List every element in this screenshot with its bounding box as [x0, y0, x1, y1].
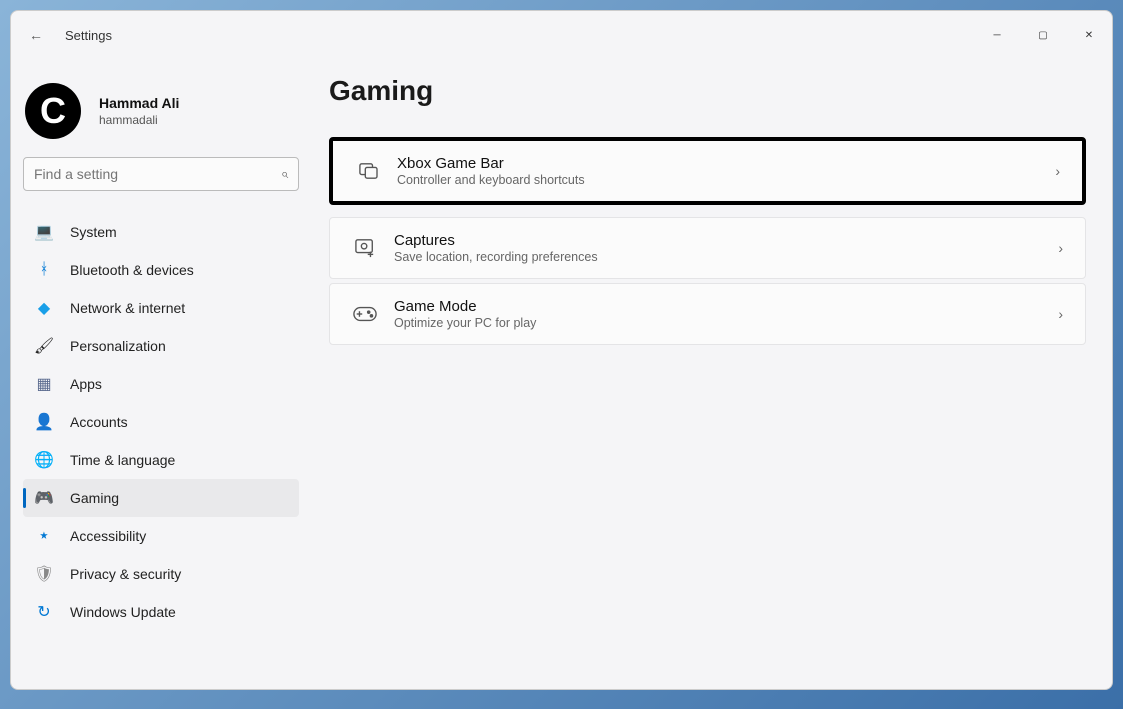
sidebar-item-accessibility-label: Accessibility — [70, 528, 146, 544]
search-icon: ⌕ — [281, 166, 288, 182]
card-game-mode[interactable]: Game ModeOptimize your PC for play› — [329, 283, 1086, 345]
card-xbox-game-bar-icon — [355, 162, 381, 180]
card-xbox-game-bar[interactable]: Xbox Game BarController and keyboard sho… — [329, 137, 1086, 205]
sidebar-item-privacy[interactable]: 🛡 Privacy & security — [23, 555, 299, 593]
sidebar-item-bluetooth[interactable]: ᚼ Bluetooth & devices — [23, 251, 299, 289]
sidebar-item-update[interactable]: ↻ Windows Update — [23, 593, 299, 631]
close-button[interactable]: ✕ — [1066, 19, 1112, 51]
card-game-mode-text: Game ModeOptimize your PC for play — [394, 298, 1048, 330]
chevron-right-icon: › — [1048, 240, 1063, 256]
sidebar-item-time[interactable]: 🌐 Time & language — [23, 441, 299, 479]
page-title: Gaming — [329, 75, 1086, 107]
card-xbox-game-bar-title: Xbox Game Bar — [397, 155, 1045, 172]
sidebar-item-apps-label: Apps — [70, 376, 102, 392]
sidebar-item-apps[interactable]: ▦ Apps — [23, 365, 299, 403]
profile-block[interactable]: C Hammad Ali hammadali — [23, 79, 299, 157]
window-title: Settings — [65, 28, 112, 43]
search-box[interactable]: ⌕ — [23, 157, 299, 191]
titlebar-left: ← Settings — [29, 27, 112, 43]
sidebar-item-network[interactable]: ◆ Network & internet — [23, 289, 299, 327]
sidebar-item-bluetooth-icon: ᚼ — [35, 261, 53, 279]
card-captures-sub: Save location, recording preferences — [394, 250, 1048, 264]
card-captures-title: Captures — [394, 232, 1048, 249]
sidebar-item-accounts[interactable]: 👤 Accounts — [23, 403, 299, 441]
sidebar-item-apps-icon: ▦ — [35, 375, 53, 393]
search-input[interactable] — [34, 166, 281, 182]
sidebar-item-personalization[interactable]: 🖌 Personalization — [23, 327, 299, 365]
card-captures[interactable]: CapturesSave location, recording prefere… — [329, 217, 1086, 279]
sidebar-item-accounts-icon: 👤 — [35, 413, 53, 431]
sidebar-item-personalization-icon: 🖌 — [35, 337, 53, 355]
chevron-right-icon: › — [1045, 163, 1060, 179]
sidebar-item-system[interactable]: 💻 System — [23, 213, 299, 251]
cards-container: Xbox Game BarController and keyboard sho… — [329, 137, 1086, 345]
sidebar-item-accessibility[interactable]: ⭑ Accessibility — [23, 517, 299, 555]
card-game-mode-sub: Optimize your PC for play — [394, 316, 1048, 330]
sidebar-item-update-label: Windows Update — [70, 604, 176, 620]
card-game-mode-title: Game Mode — [394, 298, 1048, 315]
main-content: Gaming Xbox Game BarController and keybo… — [311, 59, 1112, 689]
sidebar-item-time-label: Time & language — [70, 452, 175, 468]
titlebar: ← Settings ─ ▢ ✕ — [11, 11, 1112, 59]
sidebar-item-bluetooth-label: Bluetooth & devices — [70, 262, 194, 278]
sidebar-item-privacy-icon: 🛡 — [35, 565, 53, 583]
body-area: C Hammad Ali hammadali ⌕ 💻 System ᚼ Bluetoo… — [11, 59, 1112, 689]
sidebar-item-system-icon: 💻 — [35, 223, 53, 241]
sidebar-item-update-icon: ↻ — [35, 603, 53, 621]
window-controls: ─ ▢ ✕ — [974, 19, 1112, 51]
sidebar-item-time-icon: 🌐 — [35, 451, 53, 469]
minimize-button[interactable]: ─ — [974, 19, 1020, 51]
card-xbox-game-bar-sub: Controller and keyboard shortcuts — [397, 173, 1045, 187]
card-captures-icon — [352, 238, 378, 258]
sidebar-item-gaming-icon: 🎮 — [35, 489, 53, 507]
back-button[interactable]: ← — [29, 27, 43, 43]
card-game-mode-icon — [352, 306, 378, 322]
sidebar-item-system-label: System — [70, 224, 117, 240]
sidebar-item-accounts-label: Accounts — [70, 414, 128, 430]
avatar: C — [25, 83, 81, 139]
sidebar-item-privacy-label: Privacy & security — [70, 566, 181, 582]
profile-email: hammadali — [99, 113, 179, 127]
sidebar-item-gaming[interactable]: 🎮 Gaming — [23, 479, 299, 517]
card-captures-text: CapturesSave location, recording prefere… — [394, 232, 1048, 264]
card-xbox-game-bar-text: Xbox Game BarController and keyboard sho… — [397, 155, 1045, 187]
sidebar-item-network-label: Network & internet — [70, 300, 185, 316]
sidebar: C Hammad Ali hammadali ⌕ 💻 System ᚼ Bluetoo… — [11, 59, 311, 689]
chevron-right-icon: › — [1048, 306, 1063, 322]
maximize-button[interactable]: ▢ — [1020, 19, 1066, 51]
settings-window: ← Settings ─ ▢ ✕ C Hammad Ali hammadali … — [10, 10, 1113, 690]
profile-name: Hammad Ali — [99, 95, 179, 111]
sidebar-item-accessibility-icon: ⭑ — [35, 527, 53, 545]
sidebar-item-personalization-label: Personalization — [70, 338, 166, 354]
sidebar-item-gaming-label: Gaming — [70, 490, 119, 506]
sidebar-item-network-icon: ◆ — [35, 299, 53, 317]
nav-list: 💻 System ᚼ Bluetooth & devices ◆ Network & in… — [23, 213, 299, 631]
